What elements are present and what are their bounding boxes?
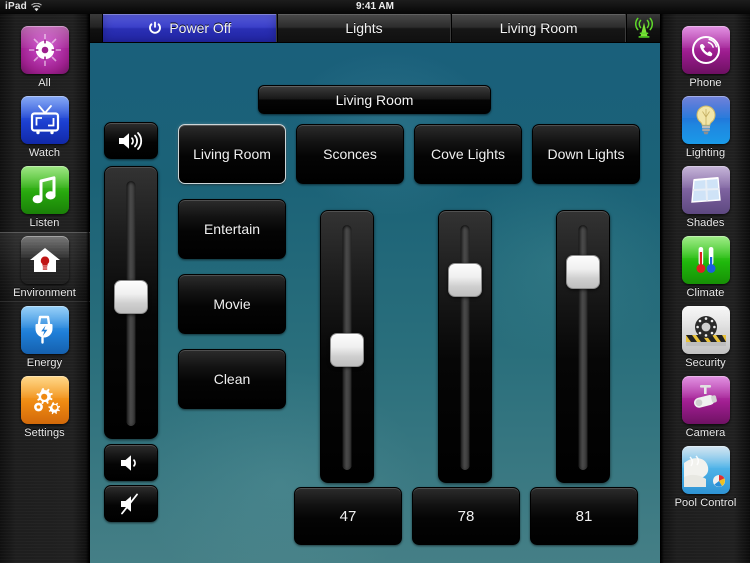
music-note-icon bbox=[20, 166, 69, 214]
left-sidebar: All Watch Listen Environment Energy Sett… bbox=[0, 14, 90, 563]
light-slider-thumb[interactable] bbox=[448, 263, 482, 297]
sidebar-item-watch[interactable]: Watch bbox=[0, 92, 90, 162]
nav-button-living-room[interactable]: Living Room bbox=[451, 14, 627, 42]
window-shades-icon bbox=[681, 166, 730, 214]
zone-button-down-lights[interactable]: Down Lights bbox=[532, 124, 640, 184]
status-bar: iPad 9:41 AM bbox=[0, 0, 750, 14]
sidebar-item-label: Pool Control bbox=[674, 497, 737, 509]
sidebar-item-all[interactable]: All bbox=[0, 22, 90, 92]
light-slider-track bbox=[460, 225, 470, 470]
sidebar-item-energy[interactable]: Energy bbox=[0, 302, 90, 372]
light-value-label: 78 bbox=[457, 507, 475, 525]
left-sidebar-list: All Watch Listen Environment Energy Sett… bbox=[0, 14, 90, 442]
power-icon bbox=[147, 20, 163, 36]
page-title: Living Room bbox=[258, 85, 491, 114]
sidebar-item-label: Energy bbox=[26, 357, 63, 369]
sidebar-item-pool-control[interactable]: Pool Control bbox=[661, 442, 750, 512]
lightbulb-icon bbox=[681, 96, 730, 144]
sidebar-item-label: Shades bbox=[686, 217, 725, 229]
scene-button-label: Movie bbox=[213, 296, 251, 312]
light-value-label: 81 bbox=[575, 507, 593, 525]
house-bulb-icon bbox=[20, 236, 69, 284]
zone-button-cove-lights[interactable]: Cove Lights bbox=[414, 124, 522, 184]
sidebar-item-phone[interactable]: Phone bbox=[661, 22, 750, 92]
sidebar-item-label: Camera bbox=[685, 427, 726, 439]
pool-icon bbox=[681, 446, 730, 494]
ipad-screen: iPad 9:41 AM All Watch Listen Environmen… bbox=[0, 0, 750, 563]
sidebar-item-label: Environment bbox=[13, 287, 76, 299]
scene-button-entertain[interactable]: Entertain bbox=[178, 199, 286, 259]
light-slider-down-lights[interactable] bbox=[556, 210, 610, 483]
scene-button-clean[interactable]: Clean bbox=[178, 349, 286, 409]
sidebar-item-climate[interactable]: Climate bbox=[661, 232, 750, 302]
alarm-siren-icon bbox=[681, 306, 730, 354]
scene-button-label: Clean bbox=[213, 371, 251, 387]
volume-down-icon[interactable] bbox=[104, 444, 158, 481]
scene-button-label: Entertain bbox=[203, 221, 261, 237]
volume-slider[interactable] bbox=[104, 166, 158, 439]
sidebar-item-label: Settings bbox=[24, 427, 65, 439]
top-navigation-bar: Power Off Lights Living Room bbox=[90, 14, 660, 43]
sidebar-item-camera[interactable]: Camera bbox=[661, 372, 750, 442]
zone-button-label: Down Lights bbox=[547, 146, 625, 162]
nav-button-label: Living Room bbox=[499, 20, 578, 36]
zone-button-label: Sconces bbox=[323, 146, 377, 162]
volume-up-icon[interactable] bbox=[104, 122, 158, 159]
light-value-down-lights[interactable]: 81 bbox=[530, 487, 638, 545]
scene-button-movie[interactable]: Movie bbox=[178, 274, 286, 334]
right-sidebar-list: Phone Lighting Shades Climate Security C… bbox=[661, 14, 750, 512]
sidebar-item-label: Watch bbox=[28, 147, 61, 159]
security-camera-icon bbox=[681, 376, 730, 424]
light-value-cove-lights[interactable]: 78 bbox=[412, 487, 520, 545]
sidebar-item-label: Security bbox=[685, 357, 726, 369]
zone-button-label: Cove Lights bbox=[431, 146, 505, 162]
sidebar-item-shades[interactable]: Shades bbox=[661, 162, 750, 232]
sidebar-item-label: Climate bbox=[686, 287, 725, 299]
nav-button-label: Lights bbox=[345, 20, 383, 36]
light-value-sconces[interactable]: 47 bbox=[294, 487, 402, 545]
compass-icon bbox=[20, 26, 69, 74]
main-stage: Power Off Lights Living Room Living Room… bbox=[90, 14, 660, 563]
light-slider-thumb[interactable] bbox=[566, 255, 600, 289]
volume-slider-thumb[interactable] bbox=[114, 280, 148, 314]
sidebar-item-settings[interactable]: Settings bbox=[0, 372, 90, 442]
nav-button-label: Power Off bbox=[169, 20, 232, 36]
nav-button-power-off[interactable]: Power Off bbox=[102, 14, 277, 42]
sidebar-item-label: All bbox=[38, 77, 51, 89]
sidebar-item-label: Listen bbox=[29, 217, 60, 229]
gears-icon bbox=[20, 376, 69, 424]
light-slider-cove-lights[interactable] bbox=[438, 210, 492, 483]
sidebar-item-label: Lighting bbox=[685, 147, 726, 159]
right-sidebar: Phone Lighting Shades Climate Security C… bbox=[660, 14, 750, 563]
television-icon bbox=[20, 96, 69, 144]
sidebar-item-environment[interactable]: Environment bbox=[0, 232, 90, 302]
zone-button-living-room[interactable]: Living Room bbox=[178, 124, 286, 184]
nav-left-spacer bbox=[90, 14, 102, 42]
sidebar-item-label: Phone bbox=[689, 77, 722, 89]
thermometer-icon bbox=[681, 236, 730, 284]
zone-button-label: Living Room bbox=[193, 146, 271, 162]
sidebar-item-security[interactable]: Security bbox=[661, 302, 750, 372]
light-slider-sconces[interactable] bbox=[320, 210, 374, 483]
light-slider-thumb[interactable] bbox=[330, 333, 364, 367]
nav-button-lights[interactable]: Lights bbox=[276, 14, 452, 42]
sidebar-item-lighting[interactable]: Lighting bbox=[661, 92, 750, 162]
antenna-icon[interactable] bbox=[626, 14, 660, 42]
power-plug-icon bbox=[20, 306, 69, 354]
phone-icon bbox=[681, 26, 730, 74]
sidebar-item-listen[interactable]: Listen bbox=[0, 162, 90, 232]
light-value-label: 47 bbox=[339, 507, 357, 525]
zone-button-sconces[interactable]: Sconces bbox=[296, 124, 404, 184]
volume-mute-icon[interactable] bbox=[104, 485, 158, 522]
clock: 9:41 AM bbox=[356, 1, 394, 12]
